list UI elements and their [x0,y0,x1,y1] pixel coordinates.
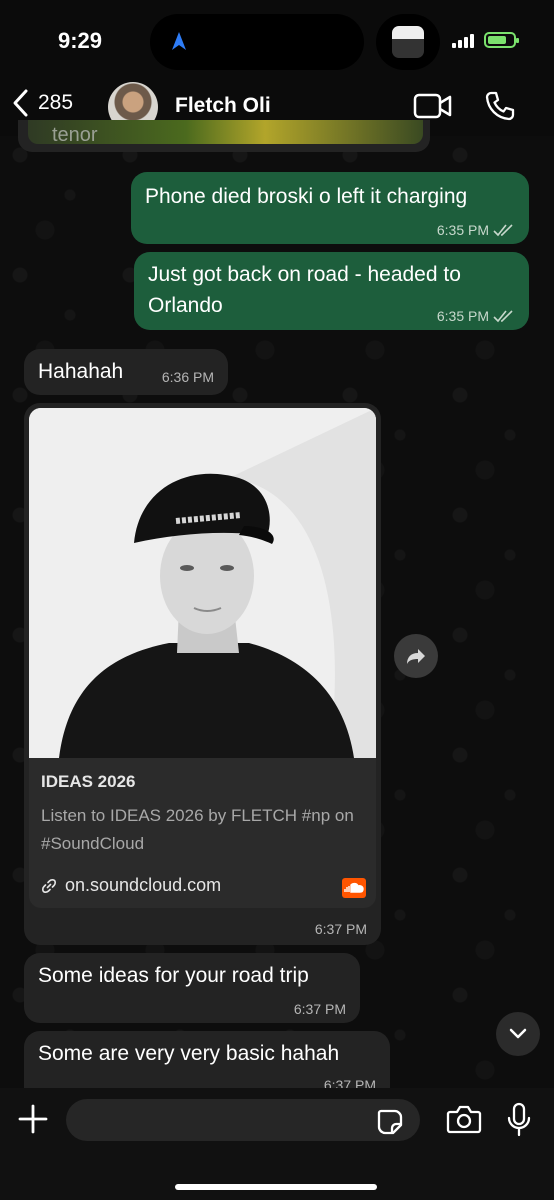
double-check-icon [493,310,513,323]
home-indicator [175,1184,377,1190]
chevron-left-icon [13,89,28,117]
link-preview-description: Listen to IDEAS 2026 by FLETCH #np on #S… [41,806,354,853]
sticker-icon[interactable] [376,1108,404,1136]
link-icon [42,878,56,893]
back-button[interactable]: 285 [10,88,73,118]
message-meta: 6:37 PM [294,1001,346,1017]
message-text: Some ideas for your road trip [38,964,309,987]
message-outgoing[interactable]: Phone died broski o left it charging 6:3… [131,172,529,244]
double-check-icon [493,224,513,237]
video-call-icon[interactable] [413,92,453,120]
status-bar: 9:29 [0,0,554,80]
link-preview-message[interactable]: IDEAS 2026 Listen to IDEAS 2026 by FLETC… [24,403,381,945]
chevron-down-icon [509,1028,527,1039]
live-activity-avatar [376,14,440,70]
microphone-icon[interactable] [506,1102,532,1138]
artist-photo [29,408,376,758]
link-preview-url[interactable]: on.soundcloud.com [41,875,221,896]
message-time: 6:37 PM [293,1001,346,1017]
link-preview-title: IDEAS 2026 [41,772,136,791]
message-meta: 6:35 PM [437,308,515,324]
plus-icon[interactable] [16,1102,50,1136]
navigation-arrow-icon [172,32,186,50]
status-time: 9:29 [58,28,103,53]
link-preview-details[interactable]: IDEAS 2026 Listen to IDEAS 2026 by FLETC… [29,758,376,908]
gif-source-label: tenor [52,124,98,146]
phone-call-icon[interactable] [484,90,516,122]
message-meta: 6:35 PM [437,222,515,238]
gif-message[interactable]: tenor [18,120,430,152]
link-domain: on.soundcloud.com [65,875,222,895]
battery-icon [484,32,519,48]
message-incoming[interactable]: Some are very very basic hahah 6:37 PM [24,1031,390,1093]
scroll-to-bottom-button[interactable] [496,1012,540,1056]
message-meta: 6:36 PM [162,369,214,385]
unread-count: 285 [38,91,74,114]
message-time: 6:37 PM [314,921,367,937]
camera-icon[interactable] [446,1104,482,1134]
message-text: Some are very very basic hahah [38,1042,340,1065]
message-incoming[interactable]: Some ideas for your road trip 6:37 PM [24,953,360,1023]
message-time: 6:36 PM [161,369,214,385]
forward-arrow-icon [407,649,425,664]
message-input[interactable] [66,1099,420,1141]
message-time: 6:35 PM [436,222,489,238]
message-text: Phone died broski o left it charging [145,185,468,208]
forward-button[interactable] [394,634,438,678]
message-incoming[interactable]: Hahahah 6:36 PM [24,349,228,395]
dynamic-island [150,14,364,70]
cellular-signal-icon [452,34,474,48]
contact-name[interactable]: Fletch Oli [175,94,271,118]
soundcloud-icon [342,878,366,898]
composer-bar [0,1088,554,1200]
link-preview-image[interactable] [29,408,376,758]
message-outgoing[interactable]: Just got back on road - headed to Orland… [134,252,529,330]
message-time: 6:35 PM [436,308,489,324]
